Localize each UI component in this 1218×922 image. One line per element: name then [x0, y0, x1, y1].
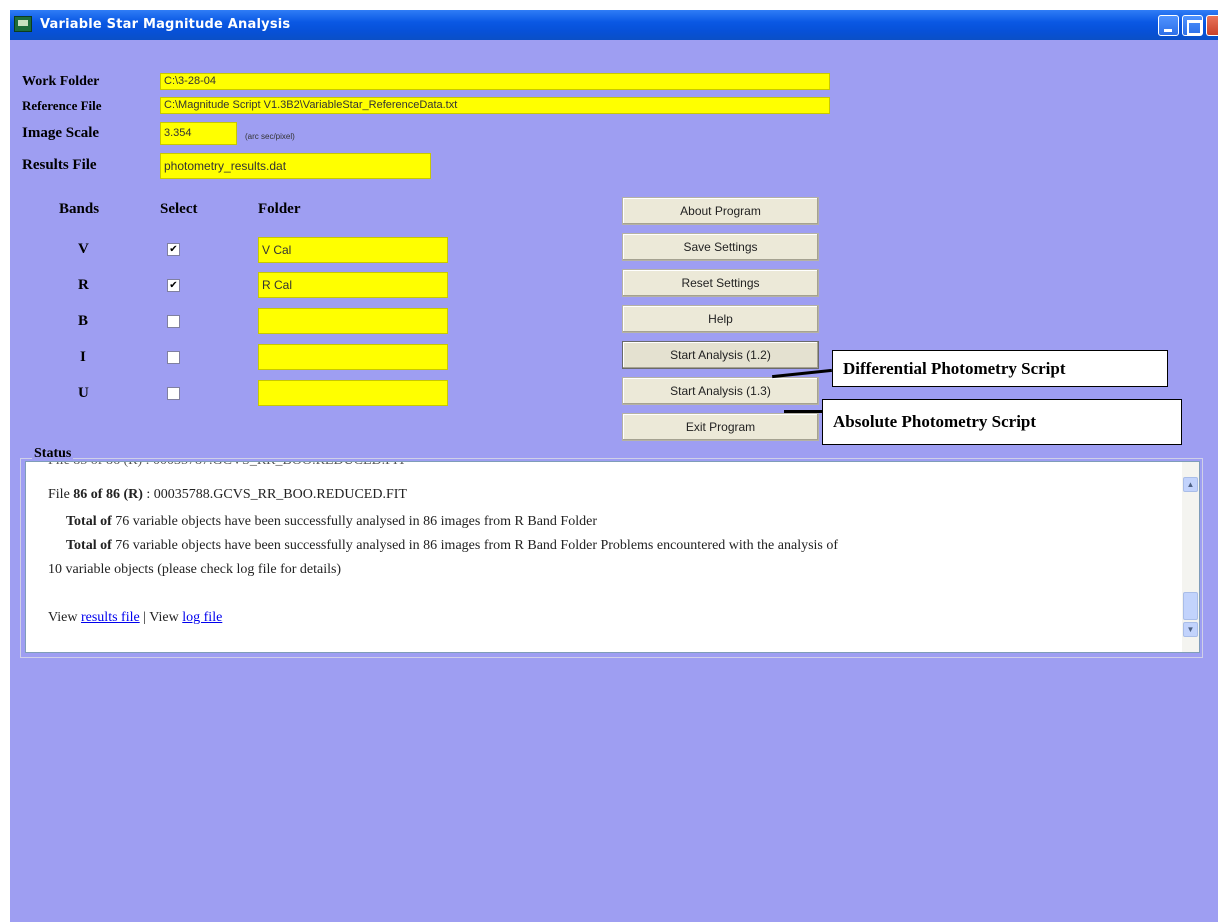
band-folder-r[interactable]: R Cal: [258, 272, 448, 298]
reference-file-field[interactable]: C:\Magnitude Script V1.3B2\VariableStar_…: [160, 97, 830, 114]
link-separator: |: [143, 610, 147, 625]
window-title: Variable Star Magnitude Analysis: [40, 17, 291, 32]
reset-settings-button[interactable]: Reset Settings: [622, 269, 819, 297]
start-analysis-1-3-button[interactable]: Start Analysis (1.3): [622, 377, 819, 405]
band-folder-u[interactable]: [258, 380, 448, 406]
folder-header: Folder: [258, 201, 301, 217]
select-header: Select: [160, 201, 198, 217]
status-line-cut: File 85 of 86 (R) : 00035787.GCVS_RR_BOO…: [48, 462, 406, 469]
results-file-link[interactable]: results file: [81, 610, 140, 625]
status-line-links: View results file | View log file: [48, 610, 222, 626]
band-name-r: R: [78, 277, 89, 293]
total-label-2: Total of: [66, 538, 112, 553]
band-folder-i[interactable]: [258, 344, 448, 370]
maximize-button[interactable]: [1182, 15, 1203, 36]
band-checkbox-i[interactable]: [167, 351, 180, 364]
scroll-down-icon[interactable]: ▼: [1183, 622, 1198, 637]
image-scale-label: Image Scale: [22, 125, 100, 141]
status-legend: Status: [32, 446, 74, 462]
exit-program-button[interactable]: Exit Program: [622, 413, 819, 441]
image-scale-unit: (arc sec/pixel): [245, 132, 295, 141]
band-name-u: U: [78, 385, 89, 401]
results-file-field[interactable]: photometry_results.dat: [160, 153, 431, 179]
absolute-callout: Absolute Photometry Script: [822, 399, 1182, 445]
file-name: : 00035788.GCVS_RR_BOO.REDUCED.FIT: [146, 487, 407, 502]
status-line-total-1: Total of 76 variable objects have been s…: [66, 514, 597, 530]
work-folder-label: Work Folder: [22, 74, 100, 89]
band-name-b: B: [78, 313, 89, 329]
file-count: 86 of 86 (R): [73, 487, 143, 502]
band-checkbox-r[interactable]: ✔: [167, 279, 180, 292]
differential-callout: Differential Photometry Script: [832, 350, 1168, 387]
band-checkbox-v[interactable]: ✔: [167, 243, 180, 256]
app-icon: [14, 16, 32, 32]
log-file-link[interactable]: log file: [182, 610, 222, 625]
status-line-total-2-cont: 10 variable objects (please check log fi…: [48, 562, 342, 577]
view-log-prefix: View: [149, 610, 179, 625]
file-prefix: File: [48, 487, 70, 502]
title-bar[interactable]: Variable Star Magnitude Analysis: [10, 10, 1218, 40]
save-settings-button[interactable]: Save Settings: [622, 233, 819, 261]
scroll-thumb[interactable]: [1183, 592, 1198, 620]
status-scrollbar[interactable]: ▲ ▼: [1182, 462, 1199, 652]
scroll-up-icon[interactable]: ▲: [1183, 477, 1198, 492]
view-results-prefix: View: [48, 610, 78, 625]
band-checkbox-u[interactable]: [167, 387, 180, 400]
minimize-button[interactable]: [1158, 15, 1179, 36]
total-text-1: 76 variable objects have been successful…: [115, 514, 597, 529]
start-analysis-1-2-button[interactable]: Start Analysis (1.2): [622, 341, 819, 369]
reference-file-label: Reference File: [22, 98, 102, 113]
status-line-total-2: Total of 76 variable objects have been s…: [66, 538, 838, 554]
band-name-v: V: [78, 241, 89, 257]
bands-header: Bands: [59, 201, 100, 217]
band-folder-b[interactable]: [258, 308, 448, 334]
band-checkbox-b[interactable]: [167, 315, 180, 328]
total-label-1: Total of: [66, 514, 112, 529]
close-button[interactable]: [1206, 15, 1218, 36]
image-scale-field[interactable]: 3.354: [160, 122, 237, 145]
about-program-button[interactable]: About Program: [622, 197, 819, 225]
results-file-label: Results File: [22, 157, 97, 173]
total-text-2: 76 variable objects have been successful…: [115, 538, 839, 553]
status-log[interactable]: File 85 of 86 (R) : 00035787.GCVS_RR_BOO…: [25, 461, 1200, 653]
work-folder-field[interactable]: C:\3-28-04: [160, 73, 830, 90]
absolute-callout-line: [784, 410, 822, 413]
help-button[interactable]: Help: [622, 305, 819, 333]
status-line-file: File 86 of 86 (R) : 00035788.GCVS_RR_BOO…: [48, 487, 407, 503]
band-folder-v[interactable]: V Cal: [258, 237, 448, 263]
band-name-i: I: [80, 349, 86, 365]
